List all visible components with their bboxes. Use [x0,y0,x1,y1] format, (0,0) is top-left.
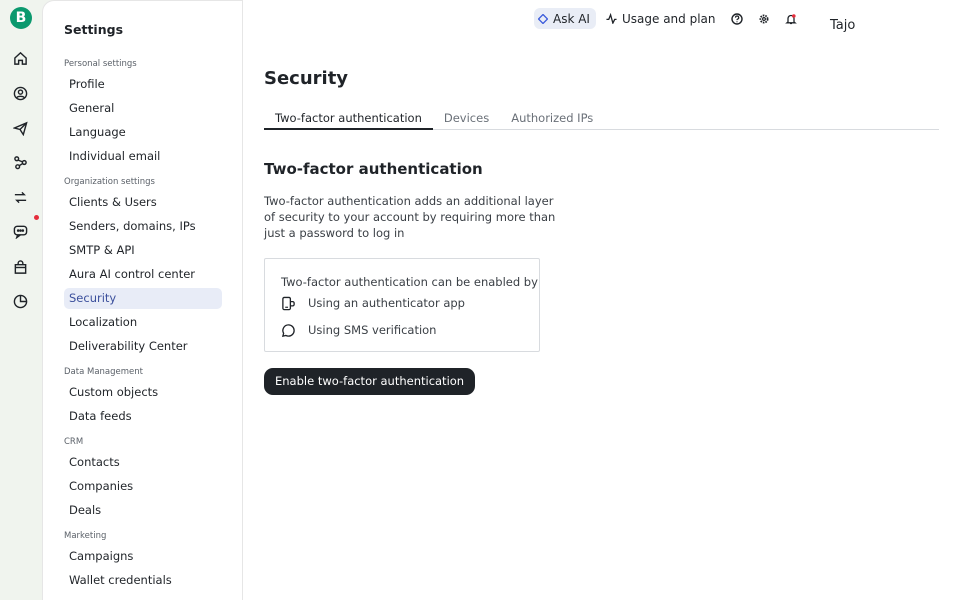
settings-title: Settings [64,22,124,37]
nav-item-senders-domains[interactable]: Senders, domains, IPs [64,216,222,237]
method-authenticator-label: Using an authenticator app [308,296,465,310]
nav-item-contacts[interactable]: Contacts [64,452,222,473]
tab-two-factor[interactable]: Two-factor authentication [264,108,433,130]
reports-icon[interactable] [12,293,29,310]
methods-info-box: Two-factor authentication can be enabled… [264,258,540,352]
nav-item-localization[interactable]: Localization [64,312,222,333]
methods-heading: Two-factor authentication can be enabled… [281,275,538,289]
usage-plan-button[interactable]: Usage and plan [606,12,716,26]
nav-item-deals[interactable]: Deals [64,500,222,521]
nav-item-data-feeds[interactable]: Data feeds [64,406,222,427]
section-title: Two-factor authentication [264,160,483,178]
section-label-crm: CRM [64,437,84,447]
nav-item-smtp-api[interactable]: SMTP & API [64,240,222,261]
section-label-organization: Organization settings [64,177,155,187]
gear-icon[interactable] [758,13,770,25]
ai-diamond-icon [538,13,548,24]
conversations-icon[interactable] [12,223,29,240]
settings-nav: Personal settings Profile General Langua… [64,56,222,594]
nav-item-profile[interactable]: Profile [64,74,222,95]
ask-ai-label: Ask AI [553,11,590,26]
section-label-data-management: Data Management [64,367,143,377]
commerce-icon[interactable] [12,259,29,276]
user-name[interactable]: Tajo [830,18,855,33]
nav-item-individual-email[interactable]: Individual email [64,146,222,167]
nav-item-wallet-credentials[interactable]: Wallet credentials [64,570,222,591]
security-tabs: Two-factor authentication Devices Author… [264,108,939,130]
method-sms: Using SMS verification [281,320,539,340]
nav-item-aura-ai[interactable]: Aura AI control center [64,264,222,285]
section-description: Two-factor authentication adds an additi… [264,194,556,240]
nav-item-campaigns[interactable]: Campaigns [64,546,222,567]
usage-plan-label: Usage and plan [621,11,716,26]
settings-panel: Settings Personal settings Profile Gener… [42,0,243,600]
home-icon[interactable] [12,50,29,67]
tab-devices[interactable]: Devices [433,108,500,130]
authenticator-app-icon [282,296,295,310]
method-authenticator-app: Using an authenticator app [281,293,539,313]
nav-item-companies[interactable]: Companies [64,476,222,497]
automations-icon[interactable] [12,154,29,171]
nav-item-security[interactable]: Security [64,288,222,309]
enable-two-factor-button[interactable]: Enable two-factor authentication [264,368,476,395]
ask-ai-button[interactable]: Ask AI [534,8,596,29]
help-icon[interactable] [730,12,743,25]
notification-dot [34,215,39,220]
icon-rail: B [0,0,42,600]
bell-icon[interactable] [784,13,797,25]
nav-item-deliverability[interactable]: Deliverability Center [64,336,222,357]
nav-item-general[interactable]: General [64,98,222,119]
main-content: Ask AI Usage and plan Tajo Security Two-… [243,0,960,600]
campaigns-icon[interactable] [12,120,29,137]
workflows-icon[interactable] [12,189,29,206]
message-bubble-icon [281,323,295,337]
page-title: Security [264,68,349,89]
brand-logo[interactable]: B [10,7,32,29]
section-label-marketing: Marketing [64,531,107,541]
top-bar: Ask AI Usage and plan [534,8,797,29]
tab-authorized-ips[interactable]: Authorized IPs [500,108,604,130]
nav-item-custom-objects[interactable]: Custom objects [64,382,222,403]
section-label-personal: Personal settings [64,59,137,69]
activity-icon [606,13,617,24]
contacts-icon[interactable] [12,85,29,102]
nav-item-language[interactable]: Language [64,122,222,143]
nav-item-clients-users[interactable]: Clients & Users [64,192,222,213]
method-sms-label: Using SMS verification [308,323,437,337]
